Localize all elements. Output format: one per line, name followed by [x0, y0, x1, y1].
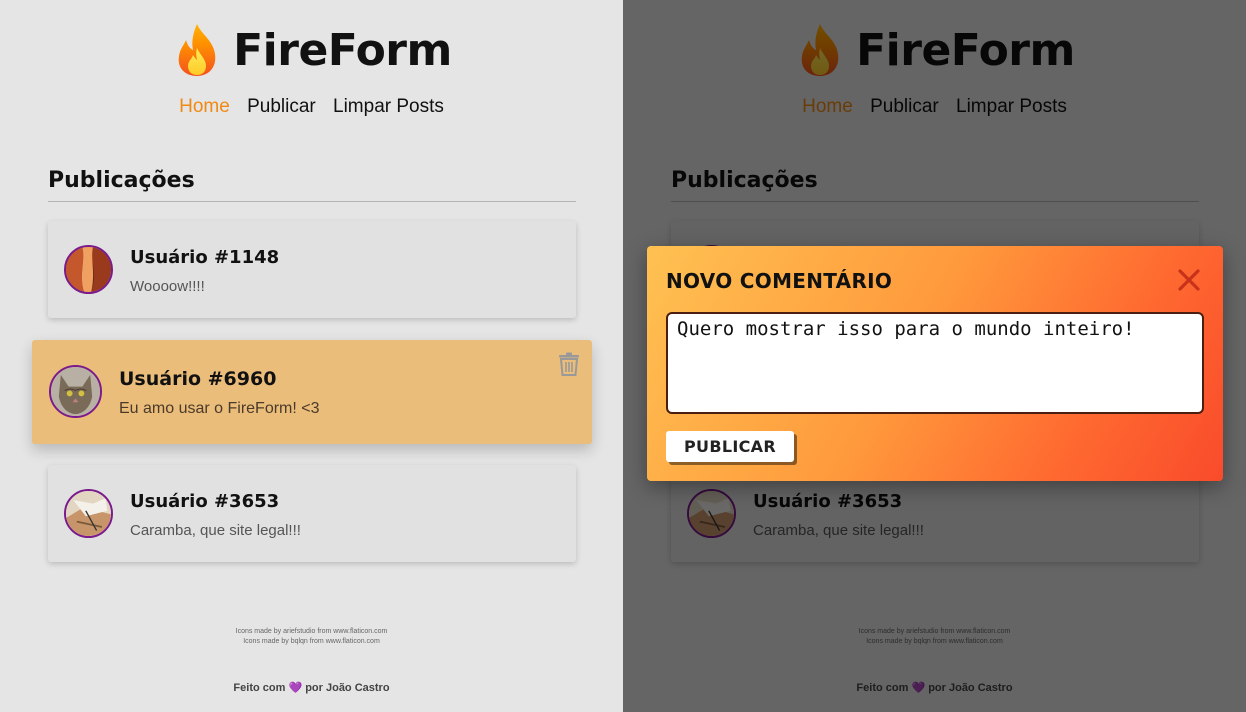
footer: Feito com 💜 por João Castro — [0, 681, 623, 694]
new-comment-modal: NOVO COMENTÁRIO Quero mostrar isso para … — [647, 246, 1223, 481]
nav-publicar[interactable]: Publicar — [247, 96, 316, 118]
flame-icon — [171, 22, 223, 78]
nav-home[interactable]: Home — [179, 96, 230, 118]
footer-prefix: Feito com — [233, 682, 286, 694]
avatar — [64, 489, 113, 538]
section-title: Publicações — [48, 168, 576, 202]
main-view: FireForm Home Publicar Limpar Posts Publ… — [0, 0, 623, 712]
post-message: Caramba, que site legal!!! — [130, 522, 301, 539]
nav-limpar-posts[interactable]: Limpar Posts — [333, 96, 444, 118]
brand[interactable]: FireForm — [171, 22, 452, 78]
post-username: Usuário #3653 — [130, 491, 280, 512]
close-icon[interactable] — [1177, 268, 1201, 292]
brand-title: FireForm — [233, 24, 452, 76]
comment-textarea[interactable]: Quero mostrar isso para o mundo inteiro! — [666, 312, 1204, 414]
header: FireForm — [0, 22, 623, 83]
credit-line: Icons made by bqlqn from www.flaticon.co… — [243, 638, 380, 645]
post-message: Woooow!!!! — [130, 278, 205, 295]
icon-credits: Icons made by ariefstudio from www.flati… — [0, 627, 623, 647]
footer-author: por João Castro — [305, 682, 390, 694]
main-nav: Home Publicar Limpar Posts — [0, 96, 623, 118]
credit-line: Icons made by ariefstudio from www.flati… — [235, 628, 388, 635]
post-username: Usuário #6960 — [119, 368, 277, 390]
heart-icon: 💜 — [288, 682, 303, 694]
post-username: Usuário #1148 — [130, 247, 280, 268]
publish-button[interactable]: PUBLICAR — [666, 431, 794, 462]
post-message: Eu amo usar o FireForm! <3 — [119, 400, 320, 417]
post-card-highlighted[interactable]: Usuário #6960 Eu amo usar o FireForm! <3 — [32, 340, 592, 444]
post-card[interactable]: Usuário #3653 Caramba, que site legal!!! — [48, 465, 576, 562]
avatar — [64, 245, 113, 294]
post-card[interactable]: Usuário #1148 Woooow!!!! — [48, 221, 576, 318]
trash-icon[interactable] — [558, 352, 580, 376]
avatar — [49, 365, 102, 418]
modal-title: NOVO COMENTÁRIO — [666, 269, 893, 293]
